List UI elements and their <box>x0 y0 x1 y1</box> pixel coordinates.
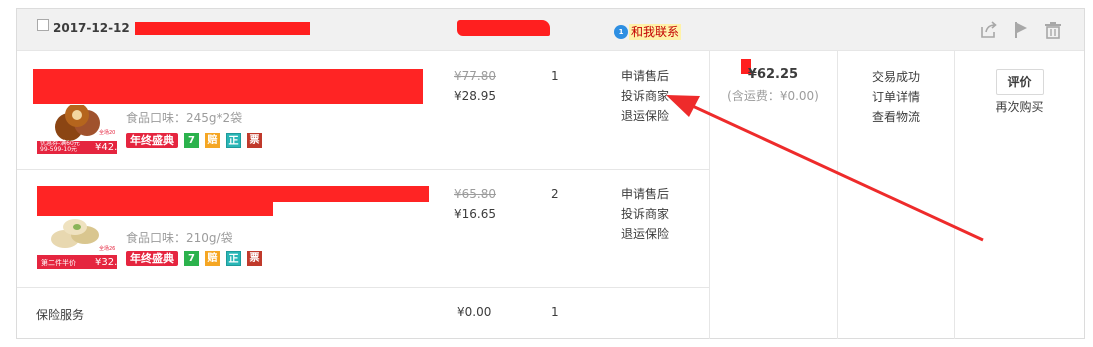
rebuy-link[interactable]: 再次购买 <box>955 98 1084 115</box>
product-badges: 年终盛典 7 赔 正 票 <box>126 251 262 266</box>
thumb-coupon-tag: 第二件半价 <box>41 259 76 267</box>
invoice-icon[interactable]: 票 <box>247 251 262 266</box>
redaction-gap <box>31 104 423 105</box>
flag-icon[interactable] <box>1012 21 1030 39</box>
order-checkbox[interactable] <box>37 19 49 31</box>
order-ops <box>980 21 1062 39</box>
view-logistics-link[interactable]: 查看物流 <box>838 107 954 127</box>
share-icon[interactable] <box>980 21 998 39</box>
order-date: 2017-12-12 <box>53 21 130 35</box>
redacted-product-title <box>37 186 429 202</box>
trash-icon[interactable] <box>1044 21 1062 39</box>
thumb-price: ¥42.9 <box>95 142 124 153</box>
redacted-product-title <box>37 202 273 216</box>
product-flavor: 食品口味：245g*2袋 <box>126 111 243 125</box>
chat-icon: 1 <box>614 24 628 39</box>
thumb-coupon-tag: 优惠券-满60元 99-599-10元 <box>40 140 80 153</box>
product-badges: 年终盛典 7 赔 正 票 <box>126 133 262 148</box>
genuine-guarantee-icon[interactable]: 正 <box>226 251 241 266</box>
genuine-guarantee-icon[interactable]: 正 <box>226 133 241 148</box>
row-divider <box>17 169 709 170</box>
shipping-fee: (含运费：¥0.00) <box>727 89 819 103</box>
product-flavor: 食品口味：210g/袋 <box>126 231 233 245</box>
invoice-icon[interactable]: 票 <box>247 133 262 148</box>
redacted-order-number <box>135 22 310 35</box>
order-status: 交易成功 订单详情 查看物流 <box>838 67 954 127</box>
redacted-shop-name <box>457 20 550 36</box>
paid-price: ¥28.95 <box>454 89 496 103</box>
contact-seller-link[interactable]: 1 和我联系 <box>614 23 682 40</box>
thumb-top-tag: 全场26 <box>99 246 116 252</box>
insurance-quantity: 1 <box>551 305 559 319</box>
seven-day-return-icon[interactable]: 7 <box>184 251 199 266</box>
order-total: ¥62.25 (含运费：¥0.00) <box>709 67 837 104</box>
item-service-links: 申请售后 投诉商家 退运保险 <box>621 66 669 126</box>
thumb-top-tag: 全场20 <box>99 130 116 136</box>
order-actions: 评价 再次购买 <box>955 69 1084 115</box>
return-shipping-insurance-link[interactable]: 退运保险 <box>621 224 669 244</box>
redacted-product-title <box>33 89 423 104</box>
row-divider <box>17 287 709 288</box>
original-price: ¥77.80 <box>454 69 496 83</box>
apply-after-sale-link[interactable]: 申请售后 <box>621 66 669 86</box>
compensation-icon[interactable]: 赔 <box>205 251 220 266</box>
order-card: 2017-12-12 1 和我联系 优惠券-满60元 99-599-10元 全场… <box>16 8 1085 339</box>
trade-status: 交易成功 <box>871 70 920 84</box>
insurance-service-label: 保险服务 <box>36 308 85 322</box>
seven-day-return-icon[interactable]: 7 <box>184 133 199 148</box>
thumb-price: ¥32.9 <box>95 257 124 268</box>
original-price: ¥65.80 <box>454 187 496 201</box>
quantity: 1 <box>551 69 559 83</box>
complain-seller-link[interactable]: 投诉商家 <box>621 86 669 106</box>
complain-seller-link[interactable]: 投诉商家 <box>621 204 669 224</box>
order-details-link[interactable]: 订单详情 <box>838 87 954 107</box>
total-amount: ¥62.25 <box>747 67 799 82</box>
item-service-links: 申请售后 投诉商家 退运保险 <box>621 184 669 244</box>
evaluate-button[interactable]: 评价 <box>995 69 1044 95</box>
quantity: 2 <box>551 187 559 201</box>
insurance-price: ¥0.00 <box>457 305 492 319</box>
compensation-icon[interactable]: 赔 <box>205 133 220 148</box>
promo-badge[interactable]: 年终盛典 <box>126 133 178 148</box>
paid-price: ¥16.65 <box>454 207 496 221</box>
order-header: 2017-12-12 1 和我联系 <box>17 9 1084 51</box>
promo-badge[interactable]: 年终盛典 <box>126 251 178 266</box>
apply-after-sale-link[interactable]: 申请售后 <box>621 184 669 204</box>
contact-seller-label: 和我联系 <box>629 23 682 40</box>
return-shipping-insurance-link[interactable]: 退运保险 <box>621 106 669 126</box>
